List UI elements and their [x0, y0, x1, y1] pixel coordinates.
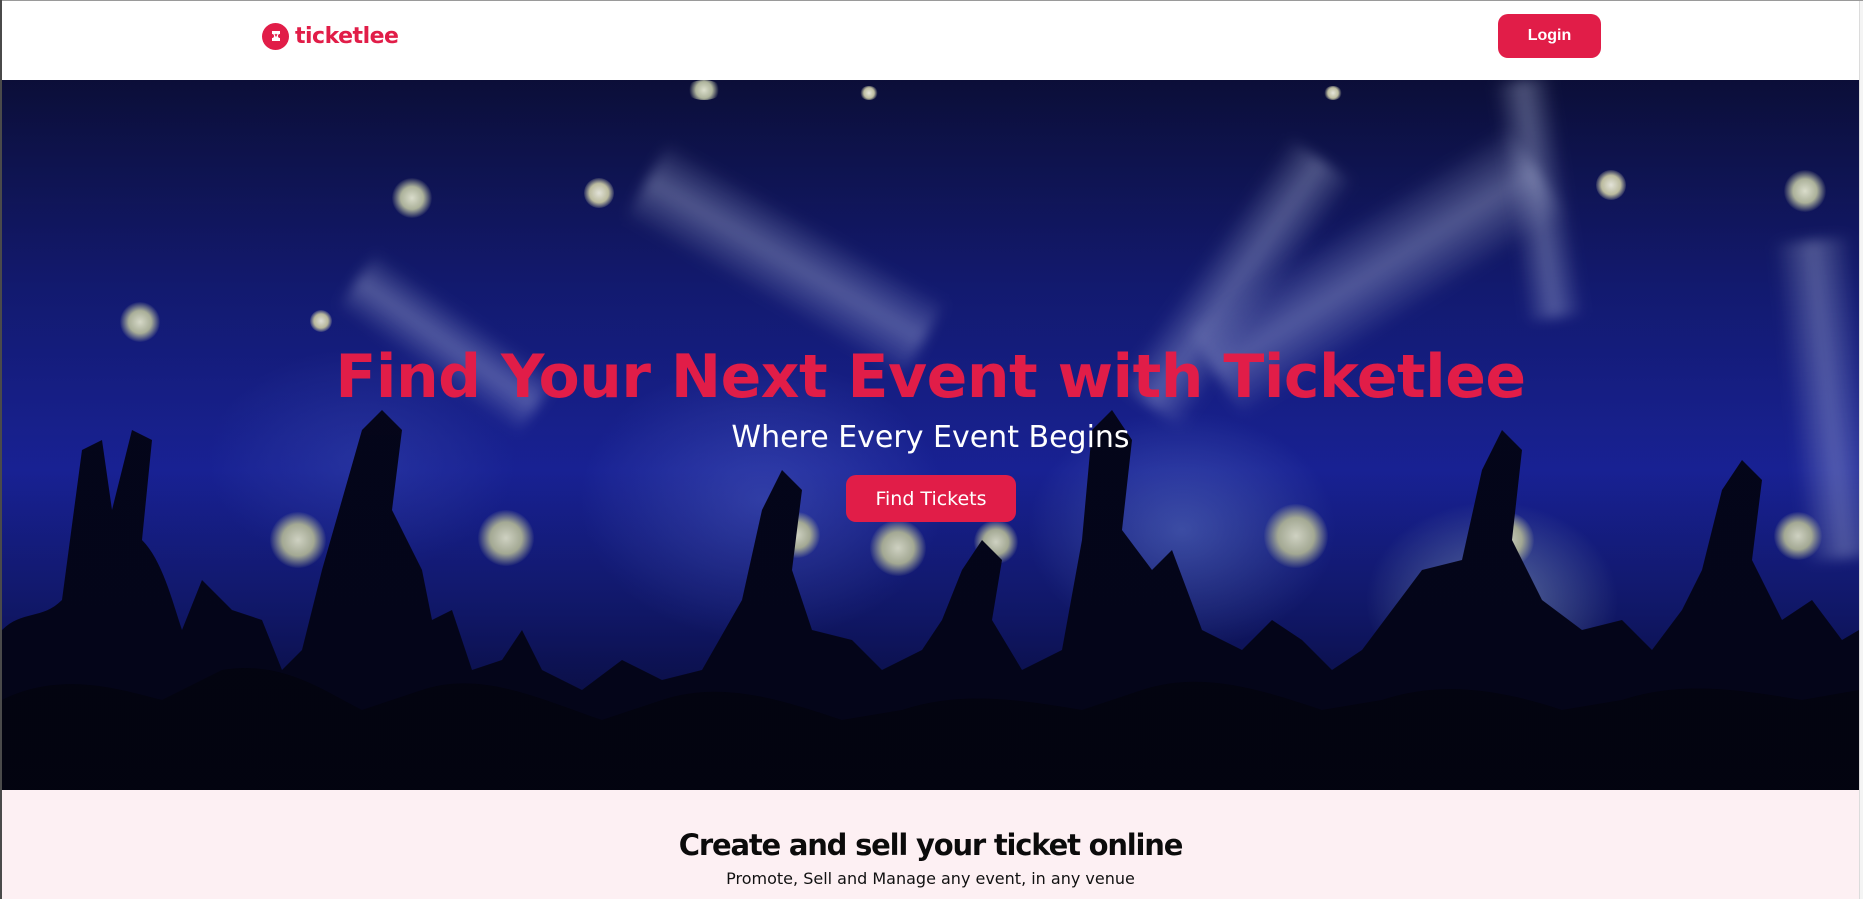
hero-banner: Find Your Next Event with Ticketlee Wher…: [2, 80, 1859, 790]
login-button[interactable]: Login: [1498, 14, 1601, 58]
hero-title: Find Your Next Event with Ticketlee: [335, 342, 1526, 412]
logo-wordmark: ticketlee: [295, 23, 399, 49]
hero-subtitle: Where Every Event Begins: [731, 420, 1130, 455]
site-header: ticketlee Login: [2, 0, 1859, 80]
scrollbar-track[interactable]: [1859, 0, 1863, 899]
promo-title: Create and sell your ticket online: [678, 828, 1184, 862]
promo-section: Create and sell your ticket online Promo…: [2, 790, 1859, 899]
window-top-border: [0, 0, 1863, 1]
promo-subtitle: Promote, Sell and Manage any event, in a…: [726, 869, 1135, 888]
site-logo[interactable]: ticketlee: [262, 22, 399, 50]
find-tickets-button[interactable]: Find Tickets: [846, 475, 1016, 522]
ticket-icon: [262, 22, 289, 50]
window-left-border: [0, 0, 2, 899]
